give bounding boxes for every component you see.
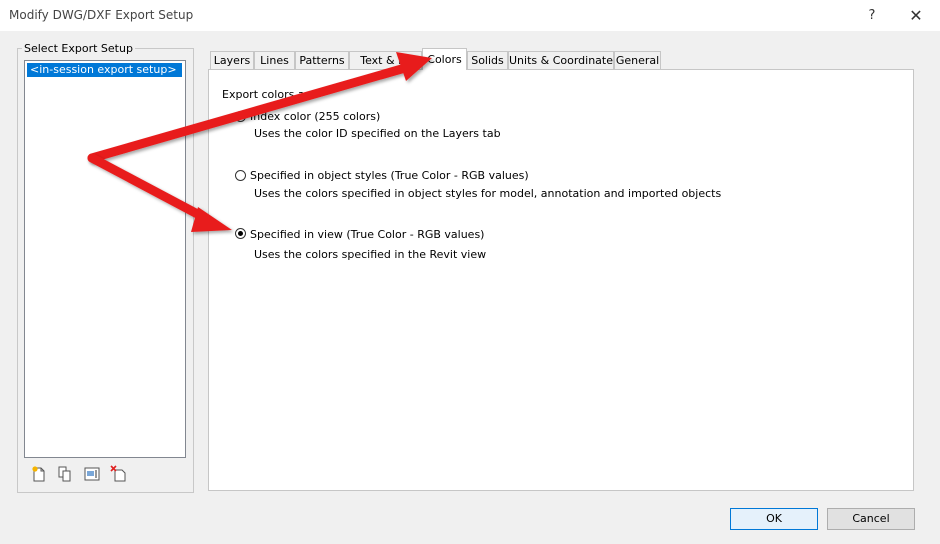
specified-in-view-description: Uses the colors specified in the Revit v…	[254, 248, 487, 261]
help-button[interactable]: ?	[858, 4, 886, 28]
delete-setup-icon[interactable]	[110, 465, 128, 483]
index-color-label[interactable]: Index color (255 colors)	[250, 110, 380, 123]
object-styles-radio[interactable]	[235, 170, 246, 181]
specified-in-view-label[interactable]: Specified in view (True Color - RGB valu…	[250, 228, 484, 241]
tab-solids[interactable]: Solids	[467, 51, 508, 69]
tab-general[interactable]: General	[614, 51, 661, 69]
export-setup-list[interactable]: <in-session export setup>	[24, 60, 186, 458]
rename-setup-icon[interactable]	[83, 465, 101, 483]
tab-lines[interactable]: Lines	[254, 51, 295, 69]
export-colors-label: Export colors as:	[222, 88, 314, 101]
object-styles-label[interactable]: Specified in object styles (True Color -…	[250, 169, 529, 182]
tab-patterns[interactable]: Patterns	[295, 51, 349, 69]
cancel-button[interactable]: Cancel	[827, 508, 915, 530]
export-setup-group-label: Select Export Setup	[22, 42, 135, 55]
tab-units-coordinates[interactable]: Units & Coordinates	[508, 51, 614, 69]
object-styles-description: Uses the colors specified in object styl…	[254, 187, 722, 200]
duplicate-setup-icon[interactable]	[56, 465, 74, 483]
specified-in-view-radio[interactable]	[235, 228, 246, 239]
ok-button[interactable]: OK	[730, 508, 818, 530]
tab-colors[interactable]: Colors	[422, 48, 467, 70]
setup-list-item[interactable]: <in-session export setup>	[27, 63, 182, 77]
window-title: Modify DWG/DXF Export Setup	[9, 8, 194, 22]
index-color-description: Uses the color ID specified on the Layer…	[254, 127, 501, 140]
new-setup-icon[interactable]	[30, 465, 48, 483]
index-color-radio[interactable]	[235, 111, 246, 122]
tab-layers[interactable]: Layers	[210, 51, 254, 69]
tab-text-fonts[interactable]: Text & Fo	[349, 51, 422, 69]
close-button[interactable]: ✕	[902, 4, 930, 28]
title-bar: Modify DWG/DXF Export Setup ? ✕	[0, 0, 940, 31]
